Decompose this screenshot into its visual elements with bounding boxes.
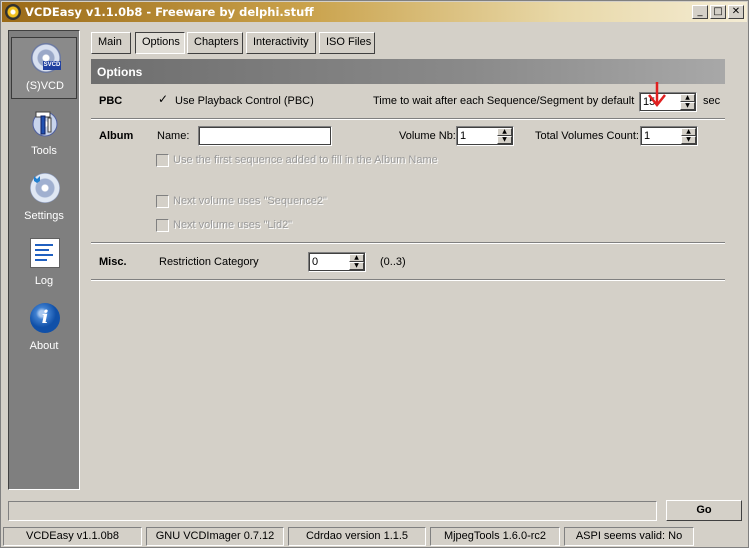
restriction-range-label: (0..3) — [380, 256, 406, 268]
album-name-input[interactable] — [198, 126, 332, 146]
status-vcdimager: GNU VCDImager 0.7.12 — [146, 527, 284, 546]
pbc-section-label: PBC — [99, 95, 123, 107]
sidebar-item-about[interactable]: i About — [11, 298, 77, 360]
about-glyph: i — [41, 307, 49, 328]
wait-time-label: Time to wait after each Sequence/Segment… — [373, 95, 635, 107]
tab-options[interactable]: Options — [135, 32, 185, 54]
about-icon: i — [30, 303, 60, 333]
go-button[interactable]: Go — [666, 500, 742, 521]
svcd-disc-icon: SVCD — [31, 43, 61, 73]
status-cdrdao: Cdrdao version 1.1.5 — [288, 527, 426, 546]
status-mjpegtools: MjpegTools 1.6.0-rc2 — [430, 527, 560, 546]
app-window: VCDEasy v1.1.0b8 - Freeware by delphi.st… — [0, 0, 749, 548]
spin-up-icon: ▲ — [497, 128, 512, 136]
tab-iso-files[interactable]: ISO Files — [319, 32, 375, 54]
status-bar: VCDEasy v1.1.0b8 GNU VCDImager 0.7.12 Cd… — [3, 527, 746, 547]
wait-time-spin[interactable]: ▲ ▼ — [680, 94, 695, 110]
volume-nb-spin[interactable]: ▲ ▼ — [497, 128, 512, 144]
album-section-label: Album — [99, 130, 134, 142]
tab-chapters[interactable]: Chapters — [187, 32, 243, 54]
divider — [91, 279, 725, 281]
misc-section-label: Misc. — [99, 256, 127, 268]
restriction-category-spin[interactable]: ▲ ▼ — [349, 254, 364, 270]
log-icon — [30, 238, 60, 268]
maximize-button[interactable]: □ — [710, 5, 726, 19]
status-version: VCDEasy v1.1.0b8 — [3, 527, 142, 546]
window-title: VCDEasy v1.1.0b8 - Freeware by delphi.st… — [25, 5, 314, 19]
tools-icon — [32, 111, 58, 137]
sidebar-item-log[interactable]: Log — [11, 233, 77, 295]
next-volume-sequence2-label: Next volume uses "Sequence2" — [173, 195, 327, 207]
title-bar[interactable]: VCDEasy v1.1.0b8 - Freeware by delphi.st… — [2, 2, 747, 22]
spin-down-icon: ▼ — [680, 102, 695, 110]
spin-down-icon: ▼ — [349, 262, 364, 270]
spin-up-icon: ▲ — [681, 128, 696, 136]
total-volumes-spin[interactable]: ▲ ▼ — [681, 128, 696, 144]
wait-time-unit: sec — [703, 95, 721, 107]
spin-down-icon: ▼ — [681, 136, 696, 144]
total-volumes-value: 1 — [644, 130, 651, 142]
annotation-arrow-icon — [648, 82, 666, 108]
app-icon — [5, 4, 21, 20]
restriction-category-stepper[interactable]: 0 ▲ ▼ — [308, 252, 366, 272]
next-volume-lid2-label: Next volume uses "Lid2" — [173, 219, 293, 231]
sidebar-item-label: About — [29, 340, 59, 352]
next-volume-lid2-checkbox[interactable] — [156, 219, 169, 232]
volume-nb-value: 1 — [460, 130, 467, 142]
sidebar: SVCD (S)VCD Tools Settings Log i About — [8, 30, 80, 490]
divider — [91, 118, 725, 120]
restriction-category-label: Restriction Category — [159, 256, 259, 268]
sidebar-item-svcd[interactable]: SVCD (S)VCD — [11, 37, 77, 99]
total-volumes-label: Total Volumes Count: — [535, 130, 639, 142]
settings-icon — [30, 173, 60, 203]
sidebar-item-settings[interactable]: Settings — [11, 168, 77, 230]
album-name-label: Name: — [157, 130, 190, 142]
volume-nb-stepper[interactable]: 1 ▲ ▼ — [456, 126, 514, 146]
volume-nb-label: Volume Nb: — [399, 130, 456, 142]
total-volumes-stepper[interactable]: 1 ▲ ▼ — [640, 126, 698, 146]
sidebar-item-tools[interactable]: Tools — [11, 103, 77, 165]
pbc-checkbox-label[interactable]: Use Playback Control (PBC) — [175, 95, 314, 107]
svcd-badge: SVCD — [43, 61, 61, 70]
spin-down-icon: ▼ — [497, 136, 512, 144]
sidebar-item-label: Settings — [24, 210, 64, 222]
spin-up-icon: ▲ — [349, 254, 364, 262]
sidebar-item-label: Log — [34, 275, 54, 287]
tab-interactivity[interactable]: Interactivity — [246, 32, 316, 54]
use-first-sequence-checkbox[interactable] — [156, 154, 169, 167]
progress-bar — [8, 501, 657, 521]
restriction-category-value: 0 — [312, 256, 319, 268]
divider — [91, 242, 725, 244]
options-header: Options — [91, 59, 725, 84]
close-button[interactable]: ✕ — [728, 5, 744, 19]
sidebar-item-label: Tools — [31, 145, 57, 157]
spin-up-icon: ▲ — [680, 94, 695, 102]
options-panel: Options PBC Use Playback Control (PBC) T… — [91, 59, 725, 281]
next-volume-sequence2-checkbox[interactable] — [156, 195, 169, 208]
use-first-sequence-label: Use the first sequence added to fill in … — [173, 154, 438, 166]
sidebar-item-label: (S)VCD — [26, 80, 64, 92]
minimize-button[interactable]: _ — [692, 5, 708, 19]
tab-main[interactable]: Main — [91, 32, 131, 54]
status-aspi: ASPI seems valid: No — [564, 527, 694, 546]
pbc-checkbox[interactable] — [157, 92, 170, 108]
